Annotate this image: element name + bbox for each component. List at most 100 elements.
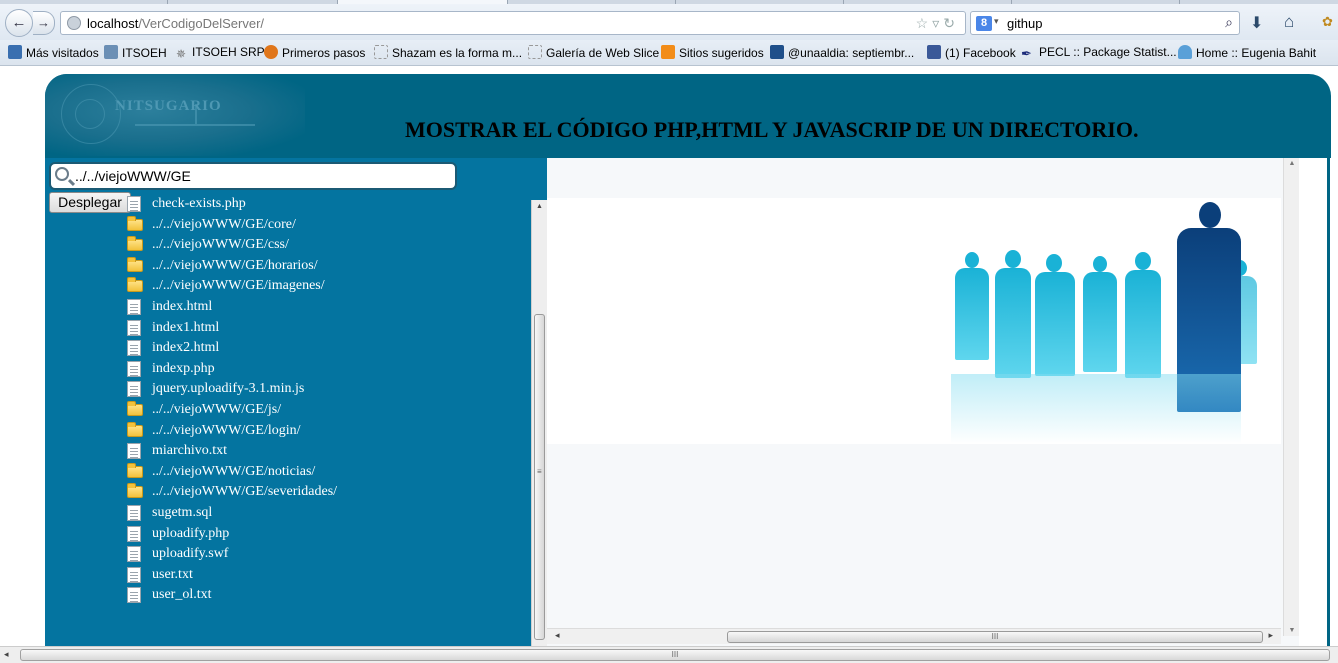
folder-item[interactable]: ../../viejoWWW/GE/login/ xyxy=(127,421,527,443)
page-right-margin xyxy=(1299,158,1331,646)
item-name[interactable]: sugetm.sql xyxy=(152,505,212,521)
file-item[interactable]: indexp.php xyxy=(127,360,527,381)
item-name[interactable]: user_ol.txt xyxy=(152,587,212,603)
bookmark-label: Sitios sugeridos xyxy=(679,46,764,60)
folder-item[interactable]: ../../viejoWWW/GE/horarios/ xyxy=(127,256,527,278)
bookmark-item[interactable]: Primeros pasos xyxy=(264,45,365,60)
folder-item[interactable]: ../../viejoWWW/GE/js/ xyxy=(127,400,527,422)
path-input-value: ../../viejoWWW/GE xyxy=(75,168,191,184)
scroll-down-arrow-icon[interactable]: ▼ xyxy=(1284,627,1300,634)
file-item[interactable]: uploadify.swf xyxy=(127,545,527,566)
search-input[interactable]: githup xyxy=(1007,16,1042,31)
file-item[interactable]: user_ol.txt xyxy=(127,586,527,607)
item-name[interactable]: ../../viejoWWW/GE/css/ xyxy=(152,237,289,253)
history-dropdown-icon[interactable]: ▿ xyxy=(932,15,943,31)
bookmark-item[interactable]: Más visitados xyxy=(8,45,99,60)
scrollbar-grip-icon: ≡ xyxy=(537,467,542,476)
download-arrow-icon[interactable]: ⬇ xyxy=(1250,13,1263,33)
file-item[interactable]: sugetm.sql xyxy=(127,504,527,525)
item-name[interactable]: indexp.php xyxy=(152,361,215,377)
file-item[interactable]: index2.html xyxy=(127,339,527,360)
file-item[interactable]: index1.html xyxy=(127,319,527,340)
web-slice-icon xyxy=(528,45,542,59)
scroll-left-arrow-icon[interactable]: ◂ xyxy=(4,649,9,660)
bookmark-item[interactable]: Sitios sugeridos xyxy=(661,45,764,60)
item-name[interactable]: index.html xyxy=(152,299,212,315)
search-engine-dropdown-icon[interactable]: ▾ xyxy=(994,16,999,27)
item-name[interactable]: ../../viejoWWW/GE/imagenes/ xyxy=(152,278,325,294)
item-name[interactable]: uploadify.swf xyxy=(152,546,228,562)
folder-item[interactable]: ../../viejoWWW/GE/noticias/ xyxy=(127,462,527,484)
item-name[interactable]: miarchivo.txt xyxy=(152,443,227,459)
search-magnifier-icon[interactable]: ⌕ xyxy=(1225,14,1233,31)
bookmark-label: (1) Facebook xyxy=(945,46,1016,60)
bookmark-star-icon[interactable]: ☆ xyxy=(916,15,933,31)
file-item[interactable]: uploadify.php xyxy=(127,525,527,546)
item-name[interactable]: ../../viejoWWW/GE/horarios/ xyxy=(152,258,318,274)
item-name[interactable]: jquery.uploadify-3.1.min.js xyxy=(152,381,304,397)
logo-text: NITSUGARIO xyxy=(115,98,222,114)
leader-head xyxy=(1199,202,1221,228)
bookmark-item[interactable]: ITSOEH xyxy=(104,45,167,60)
bookmark-item[interactable]: Home :: Eugenia Bahit xyxy=(1178,45,1316,60)
bookmark-item[interactable]: ✒ PECL :: Package Statist... xyxy=(1021,45,1177,61)
folder-icon xyxy=(127,236,143,252)
scroll-up-arrow-icon[interactable]: ▲ xyxy=(532,200,547,214)
desplegar-button[interactable]: Desplegar xyxy=(49,192,131,213)
bookmark-item[interactable]: @unaaldia: septiembr... xyxy=(770,45,914,60)
scroll-up-arrow-icon[interactable]: ▲ xyxy=(1284,160,1300,167)
item-name[interactable]: index2.html xyxy=(152,340,219,356)
bookmarks-toolbar: Más visitados ITSOEH ✵ ITSOEH SRPI Primer… xyxy=(0,40,1338,66)
file-icon xyxy=(127,504,141,521)
circuit-decoration xyxy=(135,124,255,126)
file-item[interactable]: index.html xyxy=(127,298,527,319)
file-item[interactable]: jquery.uploadify-3.1.min.js xyxy=(127,380,527,401)
item-name[interactable]: ../../viejoWWW/GE/noticias/ xyxy=(152,464,315,480)
home-icon[interactable]: ⌂ xyxy=(1284,12,1294,32)
scrollbar-thumb[interactable]: III xyxy=(727,631,1263,643)
bookmark-item[interactable]: Galería de Web Slice xyxy=(528,45,659,60)
file-item[interactable]: check-exists.php xyxy=(127,195,527,216)
folder-item[interactable]: ../../viejoWWW/GE/css/ xyxy=(127,236,527,257)
url-text[interactable]: localhost/VerCodigoDelServer/ xyxy=(87,16,264,31)
bookmark-item[interactable]: (1) Facebook xyxy=(927,45,1016,60)
scrollbar-thumb[interactable]: III xyxy=(20,649,1330,661)
logo-banner: NITSUGARIO xyxy=(45,74,305,156)
browser-horizontal-scrollbar[interactable]: ◂ III xyxy=(0,646,1338,663)
forward-button[interactable]: → xyxy=(33,11,55,35)
code-viewer-vertical-scrollbar[interactable]: ▲ ▼ xyxy=(1283,158,1299,636)
file-list-scrollbar[interactable]: ▲ ≡ xyxy=(531,200,547,646)
path-input[interactable]: ../../viejoWWW/GE xyxy=(49,162,457,190)
scrollbar-grip-icon: III xyxy=(671,650,679,659)
scroll-left-arrow-icon[interactable]: ◂ xyxy=(555,630,560,641)
app-container: NITSUGARIO MOSTRAR EL CÓDIGO PHP,HTML Y … xyxy=(45,74,1331,646)
back-button[interactable]: ← xyxy=(5,9,33,37)
globe-icon xyxy=(67,16,81,30)
scrollbar-thumb[interactable]: ≡ xyxy=(534,314,545,640)
butterfly-icon xyxy=(1178,45,1192,59)
code-viewer-horizontal-scrollbar[interactable]: ◂ III ▸ xyxy=(547,628,1281,644)
item-name[interactable]: ../../viejoWWW/GE/core/ xyxy=(152,217,296,233)
address-bar[interactable]: localhost/VerCodigoDelServer/ ☆▿↻ xyxy=(60,11,966,35)
back-arrow-icon: ← xyxy=(11,14,27,31)
file-item[interactable]: miarchivo.txt xyxy=(127,442,527,463)
item-name[interactable]: uploadify.php xyxy=(152,526,229,542)
file-item[interactable]: user.txt xyxy=(127,566,527,587)
item-name[interactable]: user.txt xyxy=(152,567,193,583)
bookmark-item[interactable]: Shazam es la forma m... xyxy=(374,45,522,60)
google-search-engine-icon[interactable]: 8 xyxy=(976,16,992,31)
item-name[interactable]: ../../viejoWWW/GE/login/ xyxy=(152,423,301,439)
bookmark-item[interactable]: ✵ ITSOEH SRPI xyxy=(174,45,268,61)
scroll-right-arrow-icon[interactable]: ▸ xyxy=(1268,630,1273,641)
folder-item[interactable]: ../../viejoWWW/GE/imagenes/ xyxy=(127,277,527,298)
item-name[interactable]: ../../viejoWWW/GE/js/ xyxy=(152,402,281,418)
item-name[interactable]: index1.html xyxy=(152,320,219,336)
search-bar[interactable]: 8 ▾ githup ⌕ xyxy=(970,11,1240,35)
extension-icon[interactable]: ✿ xyxy=(1322,14,1333,30)
folder-item[interactable]: ../../viejoWWW/GE/severidades/ xyxy=(127,483,527,504)
item-name[interactable]: ../../viejoWWW/GE/severidades/ xyxy=(152,484,337,500)
folder-item[interactable]: ../../viejoWWW/GE/core/ xyxy=(127,215,527,237)
item-name[interactable]: check-exists.php xyxy=(152,196,246,212)
reload-icon[interactable]: ↻ xyxy=(943,15,959,31)
itsoeh-site-icon xyxy=(104,45,118,59)
